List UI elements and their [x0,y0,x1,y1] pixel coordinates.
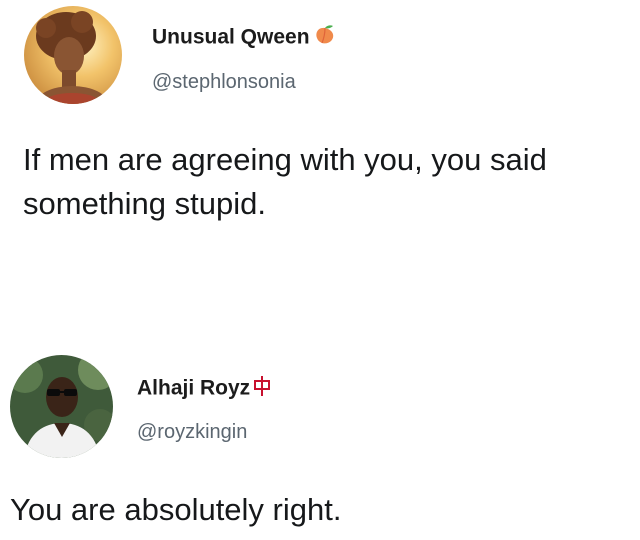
avatar[interactable] [10,355,113,458]
handle[interactable]: @royzkingin [137,421,247,444]
avatar[interactable] [24,6,122,104]
handle[interactable]: @stephlonsonia [152,71,296,94]
display-name-text: Unusual Qween [152,25,310,49]
display-name-text: Alhaji Royz [137,376,251,400]
tweet-text: If men are agreeing with you, you said s… [23,142,547,221]
display-name[interactable]: Unusual Qween [152,24,337,52]
tweet-text: You are absolutely right. [10,492,342,527]
tweet-alhaji-royz: Alhaji Royz @royzkingin You are absolute… [0,345,640,540]
peach-emoji-icon [313,24,337,52]
red-symbol-icon [253,375,271,403]
display-name[interactable]: Alhaji Royz [137,375,271,403]
tweet-unusual-qween: Unusual Qween @stephlonsonia If men are … [0,0,640,250]
